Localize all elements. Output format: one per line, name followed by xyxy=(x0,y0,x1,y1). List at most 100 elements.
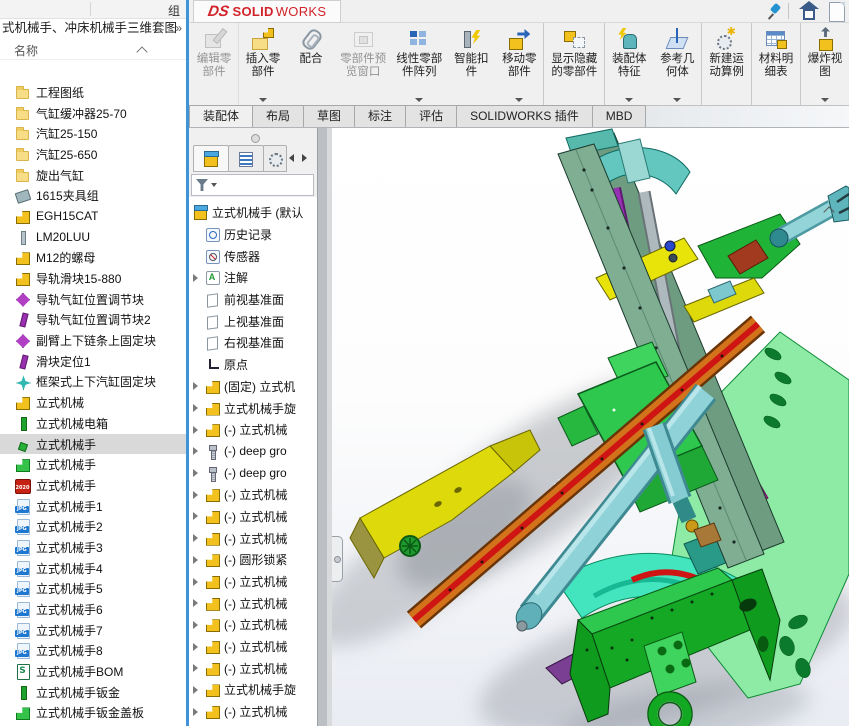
expand-arrow-icon[interactable] xyxy=(193,707,198,716)
file-list-item[interactable]: 工程图纸 xyxy=(0,82,186,103)
expand-arrow-icon[interactable] xyxy=(193,469,198,478)
dropdown-caret-icon[interactable] xyxy=(259,98,267,102)
view-tool-icon[interactable] xyxy=(684,106,709,126)
panel-collapse-handle[interactable] xyxy=(332,536,343,582)
expand-arrow-icon[interactable] xyxy=(193,447,198,456)
home-icon[interactable] xyxy=(797,1,821,21)
file-list-item[interactable]: 立式机械手4 xyxy=(0,558,186,579)
feature-tree-item[interactable]: 立式机械手旋 xyxy=(189,679,317,701)
file-list-item[interactable]: 立式机械手 xyxy=(0,475,186,496)
feature-tree-item[interactable]: (-) 立式机械 xyxy=(189,592,317,614)
commandmanager-tab[interactable]: 装配体 xyxy=(189,105,254,127)
file-list-item[interactable]: 1615夹具组 xyxy=(0,185,186,206)
ribbon-button[interactable]: 插入零部件 xyxy=(239,23,287,105)
expand-arrow-icon[interactable] xyxy=(193,664,198,673)
file-list-item[interactable]: 导轨滑块15-880 xyxy=(0,268,186,289)
view-tool-icon[interactable] xyxy=(768,106,793,126)
view-tool-icon[interactable] xyxy=(824,106,849,126)
expand-arrow-icon[interactable] xyxy=(193,490,198,499)
view-tool-icon[interactable] xyxy=(796,106,821,126)
expand-arrow-icon[interactable] xyxy=(193,577,198,586)
feature-tree-item[interactable]: (-) 立式机械 xyxy=(189,614,317,636)
expand-arrow-icon[interactable] xyxy=(193,404,198,413)
feature-tree-item[interactable]: (-) 立式机械 xyxy=(189,527,317,549)
file-list-item[interactable]: 立式机械 xyxy=(0,392,186,413)
view-tool-icon[interactable] xyxy=(740,106,765,126)
feature-tree-item[interactable]: 前视基准面 xyxy=(189,289,317,311)
scroll-right-icon[interactable] xyxy=(302,154,307,162)
dropdown-caret-icon[interactable] xyxy=(625,98,634,102)
filter-caret-icon[interactable] xyxy=(211,183,217,187)
feature-tree-item[interactable]: (-) 立式机械 xyxy=(189,701,317,723)
feature-tree-item[interactable]: (-) deep gro xyxy=(189,462,317,484)
ribbon-button[interactable]: 移动零部件 xyxy=(495,23,545,105)
expand-arrow-icon[interactable] xyxy=(193,425,198,434)
feature-tree-item[interactable]: 原点 xyxy=(189,354,317,376)
new-document-icon[interactable] xyxy=(829,2,845,22)
file-list-item[interactable]: EGH15CAT xyxy=(0,206,186,227)
scroll-left-icon[interactable] xyxy=(289,154,294,162)
name-column-header[interactable]: 名称 xyxy=(14,42,38,59)
file-list-item[interactable]: 导轨气缸位置调节块 xyxy=(0,289,186,310)
ribbon-button[interactable]: 新建运动算例 xyxy=(702,23,753,105)
feature-tree-item[interactable]: (-) 立式机械 xyxy=(189,506,317,528)
feature-tree-item[interactable]: (-) 立式机械 xyxy=(189,484,317,506)
file-list-item[interactable]: 气缸缓冲器25-70 xyxy=(0,103,186,124)
feature-tree-item[interactable]: (-) deep gro xyxy=(189,441,317,463)
sort-ascending-icon[interactable] xyxy=(136,46,148,58)
feature-tree-item[interactable]: 立式机械手旋 xyxy=(189,397,317,419)
file-list-item[interactable]: 立式机械手 xyxy=(0,433,186,455)
tab-configuration-manager[interactable] xyxy=(263,145,287,172)
file-list-item[interactable]: 立式机械手2 xyxy=(0,516,186,537)
expand-arrow-icon[interactable] xyxy=(193,512,198,521)
file-list-item[interactable]: 框架式上下汽缸固定块 xyxy=(0,372,186,393)
ribbon-button[interactable]: 智能扣件 xyxy=(447,23,495,105)
ribbon-button[interactable]: 配合 xyxy=(287,23,335,105)
graphics-viewport[interactable] xyxy=(332,128,849,726)
file-list-item[interactable]: 立式机械手BOM xyxy=(0,661,186,682)
commandmanager-tab[interactable]: 标注 xyxy=(354,105,407,127)
pin-menu-icon[interactable] xyxy=(767,1,783,21)
ribbon-button[interactable]: 参考几何体 xyxy=(653,23,703,105)
view-tool-icon[interactable] xyxy=(712,106,737,126)
feature-tree-item[interactable]: (-) 立式机械 xyxy=(189,419,317,441)
file-list-item[interactable]: 立式机械手1 xyxy=(0,496,186,517)
commandmanager-tab[interactable]: 布局 xyxy=(252,105,305,127)
ribbon-button[interactable]: 装配体特征 xyxy=(605,23,653,105)
feature-tree-item[interactable]: (-) 立式机械 xyxy=(189,657,317,679)
file-list-item[interactable]: 立式机械手3 xyxy=(0,537,186,558)
file-list-item[interactable]: 立式机械手 xyxy=(0,454,186,475)
feature-tree-item[interactable]: 上视基准面 xyxy=(189,310,317,332)
expand-arrow-icon[interactable] xyxy=(193,620,198,629)
file-list-item[interactable]: 滑块定位1 xyxy=(0,351,186,372)
file-list-item[interactable]: 导轨气缸位置调节块2 xyxy=(0,310,186,331)
ribbon-button[interactable]: 材料明细表 xyxy=(752,23,802,105)
tab-feature-manager-design-tree[interactable] xyxy=(193,145,229,172)
feature-tree-item[interactable]: (-) 立式机械 xyxy=(189,571,317,593)
panel-splitter-handle[interactable] xyxy=(251,134,260,143)
feature-tree-item[interactable]: (固定) 立式机 xyxy=(189,376,317,398)
dropdown-caret-icon[interactable] xyxy=(515,98,524,102)
file-list-item[interactable]: 立式机械手6 xyxy=(0,599,186,620)
dropdown-caret-icon[interactable] xyxy=(673,98,682,102)
expand-arrow-icon[interactable] xyxy=(193,534,198,543)
commandmanager-tab[interactable]: 评估 xyxy=(405,105,458,127)
file-list-item[interactable]: LM20LUU xyxy=(0,227,186,248)
feature-tree-item[interactable]: 历史记录 xyxy=(189,224,317,246)
file-list-item[interactable]: 立式机械手5 xyxy=(0,579,186,600)
feature-tree-item[interactable]: 注解 xyxy=(189,267,317,289)
expand-arrow-icon[interactable] xyxy=(193,642,198,651)
tab-property-manager[interactable] xyxy=(228,145,264,172)
feature-tree-item[interactable]: 传感器 xyxy=(189,245,317,267)
expand-arrow-icon[interactable] xyxy=(193,599,198,608)
feature-tree-item[interactable]: 右视基准面 xyxy=(189,332,317,354)
file-list-item[interactable]: M12的螺母 xyxy=(0,248,186,269)
dropdown-caret-icon[interactable] xyxy=(415,98,424,102)
chevron-right-icon[interactable]: » xyxy=(175,21,182,35)
file-list-item[interactable]: 立式机械电箱 xyxy=(0,413,186,434)
commandmanager-tab[interactable]: MBD xyxy=(591,105,647,127)
assembly-3d-model[interactable] xyxy=(332,128,849,726)
file-list-item[interactable]: 副臂上下链条上固定块 xyxy=(0,330,186,351)
tree-filter-box[interactable] xyxy=(191,174,314,196)
file-list-item[interactable]: 汽缸25-650 xyxy=(0,144,186,165)
